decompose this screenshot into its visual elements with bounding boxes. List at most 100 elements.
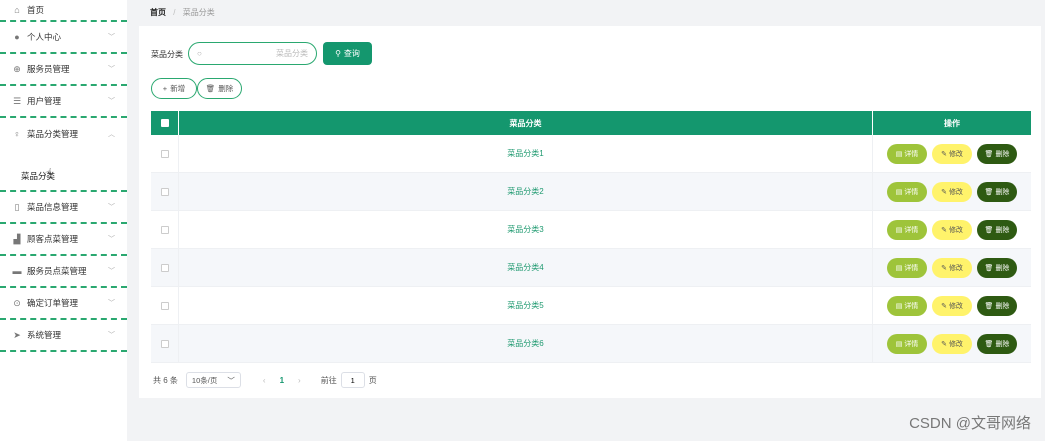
sidebar-item-personal-center[interactable]: ● 个人中心 ﹀ <box>0 22 127 54</box>
prev-page-button[interactable]: ‹ <box>263 376 266 385</box>
sidebar-item-label: 菜品分类管理 <box>27 129 79 139</box>
add-button[interactable]: + 新增 <box>151 78 197 99</box>
delete-button-label: 删除 <box>995 264 1010 272</box>
row-checkbox[interactable] <box>160 187 169 196</box>
row-checkbox[interactable] <box>160 301 169 310</box>
chevron-down-icon: ﹀ <box>108 98 115 105</box>
list-icon: ☰ <box>12 95 22 106</box>
edit-button[interactable]: ✎ 修改 <box>932 219 972 240</box>
edit-button[interactable]: ✎ 修改 <box>932 333 972 354</box>
page-size-select[interactable]: 10条/页 ﹀ <box>185 372 241 388</box>
document-icon: ▤ <box>895 264 903 272</box>
sidebar-item-customer-order-management[interactable]: ▟ 顾客点菜管理 ﹀ <box>0 224 127 256</box>
delete-button-label: 删除 <box>995 226 1010 234</box>
table-row: 菜品分类6 ▤ 详情 ✎ 修改 🗑 删除 <box>151 325 1031 363</box>
edit-button[interactable]: ✎ 修改 <box>932 295 972 316</box>
category-cell: 菜品分类2 <box>179 173 873 210</box>
pencil-icon: ✎ <box>941 264 947 272</box>
trash-icon: 🗑 <box>984 302 994 310</box>
row-checkbox[interactable] <box>160 149 169 158</box>
edit-button[interactable]: ✎ 修改 <box>932 143 972 164</box>
current-page[interactable]: 1 <box>280 376 284 385</box>
detail-button-label: 详情 <box>904 188 919 196</box>
delete-button[interactable]: 🗑 删除 <box>977 181 1017 202</box>
sidebar-item-system-management[interactable]: ➤ 系统管理 ﹀ <box>0 320 127 352</box>
help-icon: ⊙ <box>13 297 21 308</box>
row-checkbox-cell <box>151 249 179 286</box>
document-icon: ▤ <box>895 226 903 234</box>
delete-button[interactable]: 🗑 删除 <box>977 257 1017 278</box>
delete-button-label: 删除 <box>995 188 1010 196</box>
edit-button[interactable]: ✎ 修改 <box>932 257 972 278</box>
detail-button[interactable]: ▤ 详情 <box>887 181 927 202</box>
query-button[interactable]: ⚲ 查询 <box>323 42 372 65</box>
edit-button-label: 修改 <box>948 302 963 310</box>
pencil-icon: ✎ <box>941 150 947 158</box>
chevron-down-icon: ﹀ <box>108 236 115 243</box>
data-table: 菜品分类 操作 菜品分类1 ▤ 详情 ✎ 修改 🗑 删除 菜品分类2 ▤ 详情 … <box>151 111 1031 363</box>
mic-icon: ♀ <box>13 129 21 139</box>
sidebar-item-dish-category-management[interactable]: ♀ 菜品分类管理 ︿ <box>0 118 127 150</box>
goto-page-input[interactable] <box>340 372 365 388</box>
home-icon: ⌂ <box>14 5 20 15</box>
select-all-checkbox[interactable] <box>160 119 169 127</box>
goto-label: 前往 <box>320 375 337 385</box>
sidebar-item-label: 菜品信息管理 <box>27 202 79 212</box>
row-checkbox-cell <box>151 325 179 362</box>
table-row: 菜品分类2 ▤ 详情 ✎ 修改 🗑 删除 <box>151 173 1031 211</box>
sidebar-item-waiter-management[interactable]: ⊕ 服务员管理 ﹀ <box>0 54 127 86</box>
chevron-down-icon: ﹀ <box>108 332 115 339</box>
delete-button[interactable]: 🗑 删除 <box>977 219 1017 240</box>
sidebar-item-home[interactable]: ⌂ 首页 <box>0 0 127 22</box>
content-panel: 菜品分类 ○ ⚲ 查询 + 新增 🗑 删除 菜品分类 操作 <box>139 26 1041 398</box>
globe-icon: ⊕ <box>13 63 21 74</box>
edit-button[interactable]: ✎ 修改 <box>932 181 972 202</box>
detail-button[interactable]: ▤ 详情 <box>887 295 927 316</box>
detail-button[interactable]: ▤ 详情 <box>887 143 927 164</box>
row-checkbox-cell <box>151 287 179 324</box>
table-row: 菜品分类3 ▤ 详情 ✎ 修改 🗑 删除 <box>151 211 1031 249</box>
sidebar-item-confirm-order-management[interactable]: ⊙ 确定订单管理 ﹀ <box>0 288 127 320</box>
user-icon: ● <box>14 32 20 42</box>
detail-button[interactable]: ▤ 详情 <box>887 219 927 240</box>
detail-button-label: 详情 <box>904 340 919 348</box>
search-icon: ⚲ <box>335 49 341 58</box>
sidebar-item-user-management[interactable]: ☰ 用户管理 ﹀ <box>0 86 127 118</box>
search-input[interactable] <box>201 49 308 58</box>
next-page-button[interactable]: › <box>298 376 301 385</box>
row-checkbox[interactable] <box>160 263 169 272</box>
chevron-down-icon: ﹀ <box>108 34 115 41</box>
category-cell: 菜品分类3 <box>179 211 873 248</box>
document-icon: ▤ <box>895 340 903 348</box>
briefcase-icon: ▬ <box>12 266 22 276</box>
sidebar-item-label: 顾客点菜管理 <box>27 234 79 244</box>
trash-icon: 🗑 <box>984 340 994 348</box>
operations-cell: ▤ 详情 ✎ 修改 🗑 删除 <box>873 135 1031 172</box>
sidebar-item-waiter-order-management[interactable]: ▬ 服务员点菜管理 ﹀ <box>0 256 127 288</box>
table-body: 菜品分类1 ▤ 详情 ✎ 修改 🗑 删除 菜品分类2 ▤ 详情 ✎ 修改 🗑 删… <box>151 135 1031 363</box>
sidebar-item-dish-info-management[interactable]: ▯ 菜品信息管理 ﹀ <box>0 192 127 224</box>
table-row: 菜品分类4 ▤ 详情 ✎ 修改 🗑 删除 <box>151 249 1031 287</box>
detail-button-label: 详情 <box>904 226 919 234</box>
row-checkbox[interactable] <box>160 225 169 234</box>
delete-button[interactable]: 🗑 删除 <box>977 143 1017 164</box>
batch-delete-button[interactable]: 🗑 删除 <box>197 78 242 99</box>
chevron-down-icon: ﹀ <box>108 66 115 73</box>
sidebar-item-label: 首页 <box>27 5 45 15</box>
send-icon: ➤ <box>13 329 21 340</box>
chevron-up-icon: ︿ <box>108 131 115 138</box>
chevron-down-icon: ﹀ <box>108 268 115 275</box>
category-cell: 菜品分类1 <box>179 135 873 172</box>
operations-cell: ▤ 详情 ✎ 修改 🗑 删除 <box>873 287 1031 324</box>
breadcrumb-home[interactable]: 首页 <box>150 8 166 17</box>
breadcrumb-current: 菜品分类 <box>182 8 215 17</box>
header-category: 菜品分类 <box>179 111 873 135</box>
detail-button[interactable]: ▤ 详情 <box>887 257 927 278</box>
row-checkbox[interactable] <box>160 339 169 348</box>
delete-button[interactable]: 🗑 删除 <box>977 333 1017 354</box>
detail-button[interactable]: ▤ 详情 <box>887 333 927 354</box>
operations-cell: ▤ 详情 ✎ 修改 🗑 删除 <box>873 173 1031 210</box>
search-field[interactable]: ○ <box>188 42 317 65</box>
sidebar-item-label: 系统管理 <box>27 330 62 340</box>
delete-button[interactable]: 🗑 删除 <box>977 295 1017 316</box>
